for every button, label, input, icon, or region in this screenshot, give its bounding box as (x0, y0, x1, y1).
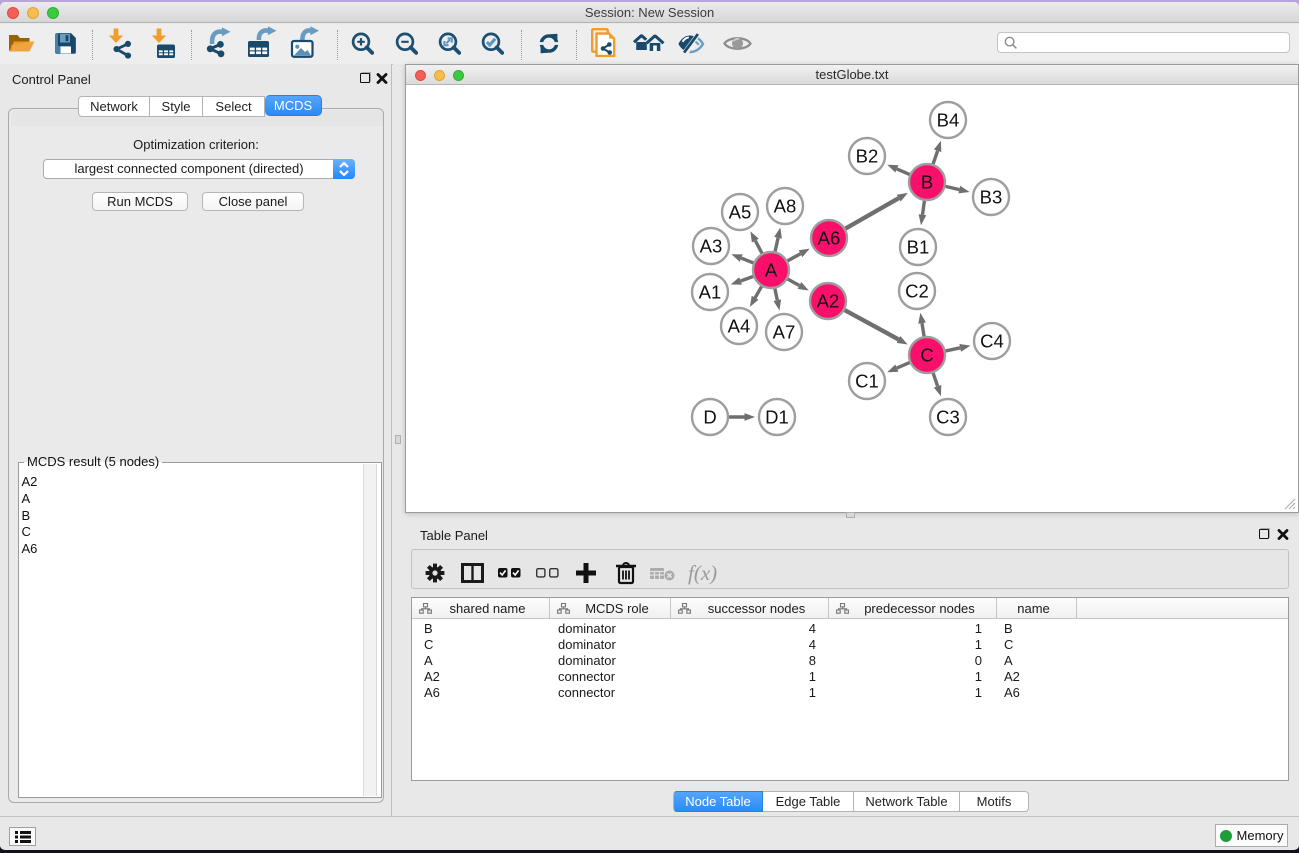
svg-text:B4: B4 (937, 110, 960, 131)
svg-text:A6: A6 (818, 228, 841, 249)
svg-text:B1: B1 (907, 237, 930, 258)
svg-text:C4: C4 (980, 331, 1004, 352)
svg-text:A1: A1 (699, 282, 722, 303)
svg-text:A3: A3 (700, 236, 723, 257)
svg-text:B: B (921, 172, 933, 193)
svg-text:A4: A4 (728, 316, 751, 337)
svg-text:D1: D1 (765, 407, 789, 428)
svg-text:C1: C1 (855, 371, 879, 392)
svg-text:A2: A2 (817, 291, 840, 312)
svg-text:D: D (703, 407, 716, 428)
svg-text:B2: B2 (856, 146, 879, 167)
svg-text:B3: B3 (980, 187, 1003, 208)
svg-text:A: A (765, 260, 778, 281)
svg-text:C: C (920, 345, 933, 366)
svg-text:C3: C3 (936, 407, 960, 428)
svg-text:A8: A8 (774, 196, 797, 217)
svg-text:A5: A5 (729, 202, 752, 223)
svg-text:A7: A7 (773, 322, 796, 343)
svg-text:C2: C2 (905, 281, 929, 302)
